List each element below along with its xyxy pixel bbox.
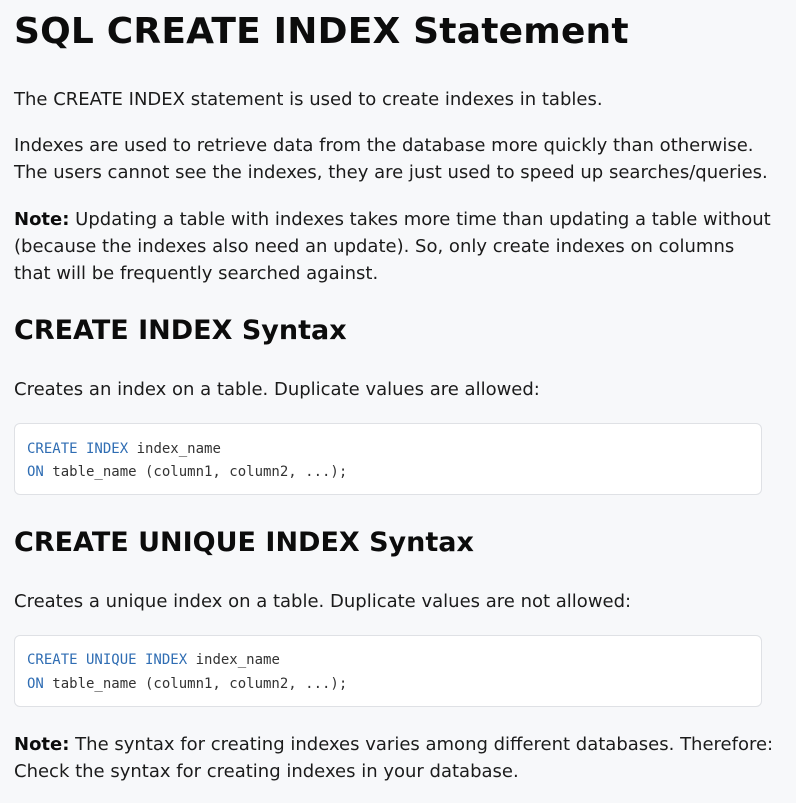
code-line: ON table_name (column1, column2, ...); bbox=[27, 463, 347, 481]
page-title: SQL CREATE INDEX Statement bbox=[14, 11, 629, 52]
note-text: The syntax for creating indexes varies a… bbox=[14, 734, 774, 782]
create-index-syntax-heading: CREATE INDEX Syntax bbox=[14, 315, 347, 346]
create-unique-index-code-block: CREATE UNIQUE INDEX index_name ON table_… bbox=[14, 635, 762, 707]
code-text: index_name bbox=[187, 652, 280, 668]
code-keyword: ON bbox=[27, 464, 44, 480]
code-line: CREATE INDEX index_name bbox=[27, 440, 221, 458]
note-paragraph-1: Note: Updating a table with indexes take… bbox=[14, 206, 774, 287]
note-label: Note: bbox=[14, 734, 70, 755]
create-unique-index-syntax-heading: CREATE UNIQUE INDEX Syntax bbox=[14, 527, 474, 558]
code-text: table_name (column1, column2, ...); bbox=[43, 464, 348, 480]
intro-paragraph: The CREATE INDEX statement is used to cr… bbox=[14, 89, 603, 110]
create-index-code-block: CREATE INDEX index_name ON table_name (c… bbox=[14, 423, 762, 495]
note-label: Note: bbox=[14, 209, 70, 230]
code-line: ON table_name (column1, column2, ...); bbox=[27, 675, 347, 693]
note-text: Updating a table with indexes takes more… bbox=[14, 209, 771, 284]
create-unique-index-description: Creates a unique index on a table. Dupli… bbox=[14, 591, 632, 612]
code-keyword: CREATE UNIQUE INDEX bbox=[27, 652, 188, 668]
page: SQL CREATE INDEX Statement The CREATE IN… bbox=[0, 0, 796, 803]
indexes-paragraph: Indexes are used to retrieve data from t… bbox=[14, 135, 768, 183]
code-text: table_name (column1, column2, ...); bbox=[43, 676, 348, 692]
code-line: CREATE UNIQUE INDEX index_name bbox=[27, 651, 280, 669]
code-keyword: CREATE INDEX bbox=[27, 441, 129, 457]
create-index-description: Creates an index on a table. Duplicate v… bbox=[14, 379, 540, 400]
code-text: index_name bbox=[128, 441, 221, 457]
note-paragraph-2: Note: The syntax for creating indexes va… bbox=[14, 731, 774, 785]
code-keyword: ON bbox=[27, 676, 44, 692]
